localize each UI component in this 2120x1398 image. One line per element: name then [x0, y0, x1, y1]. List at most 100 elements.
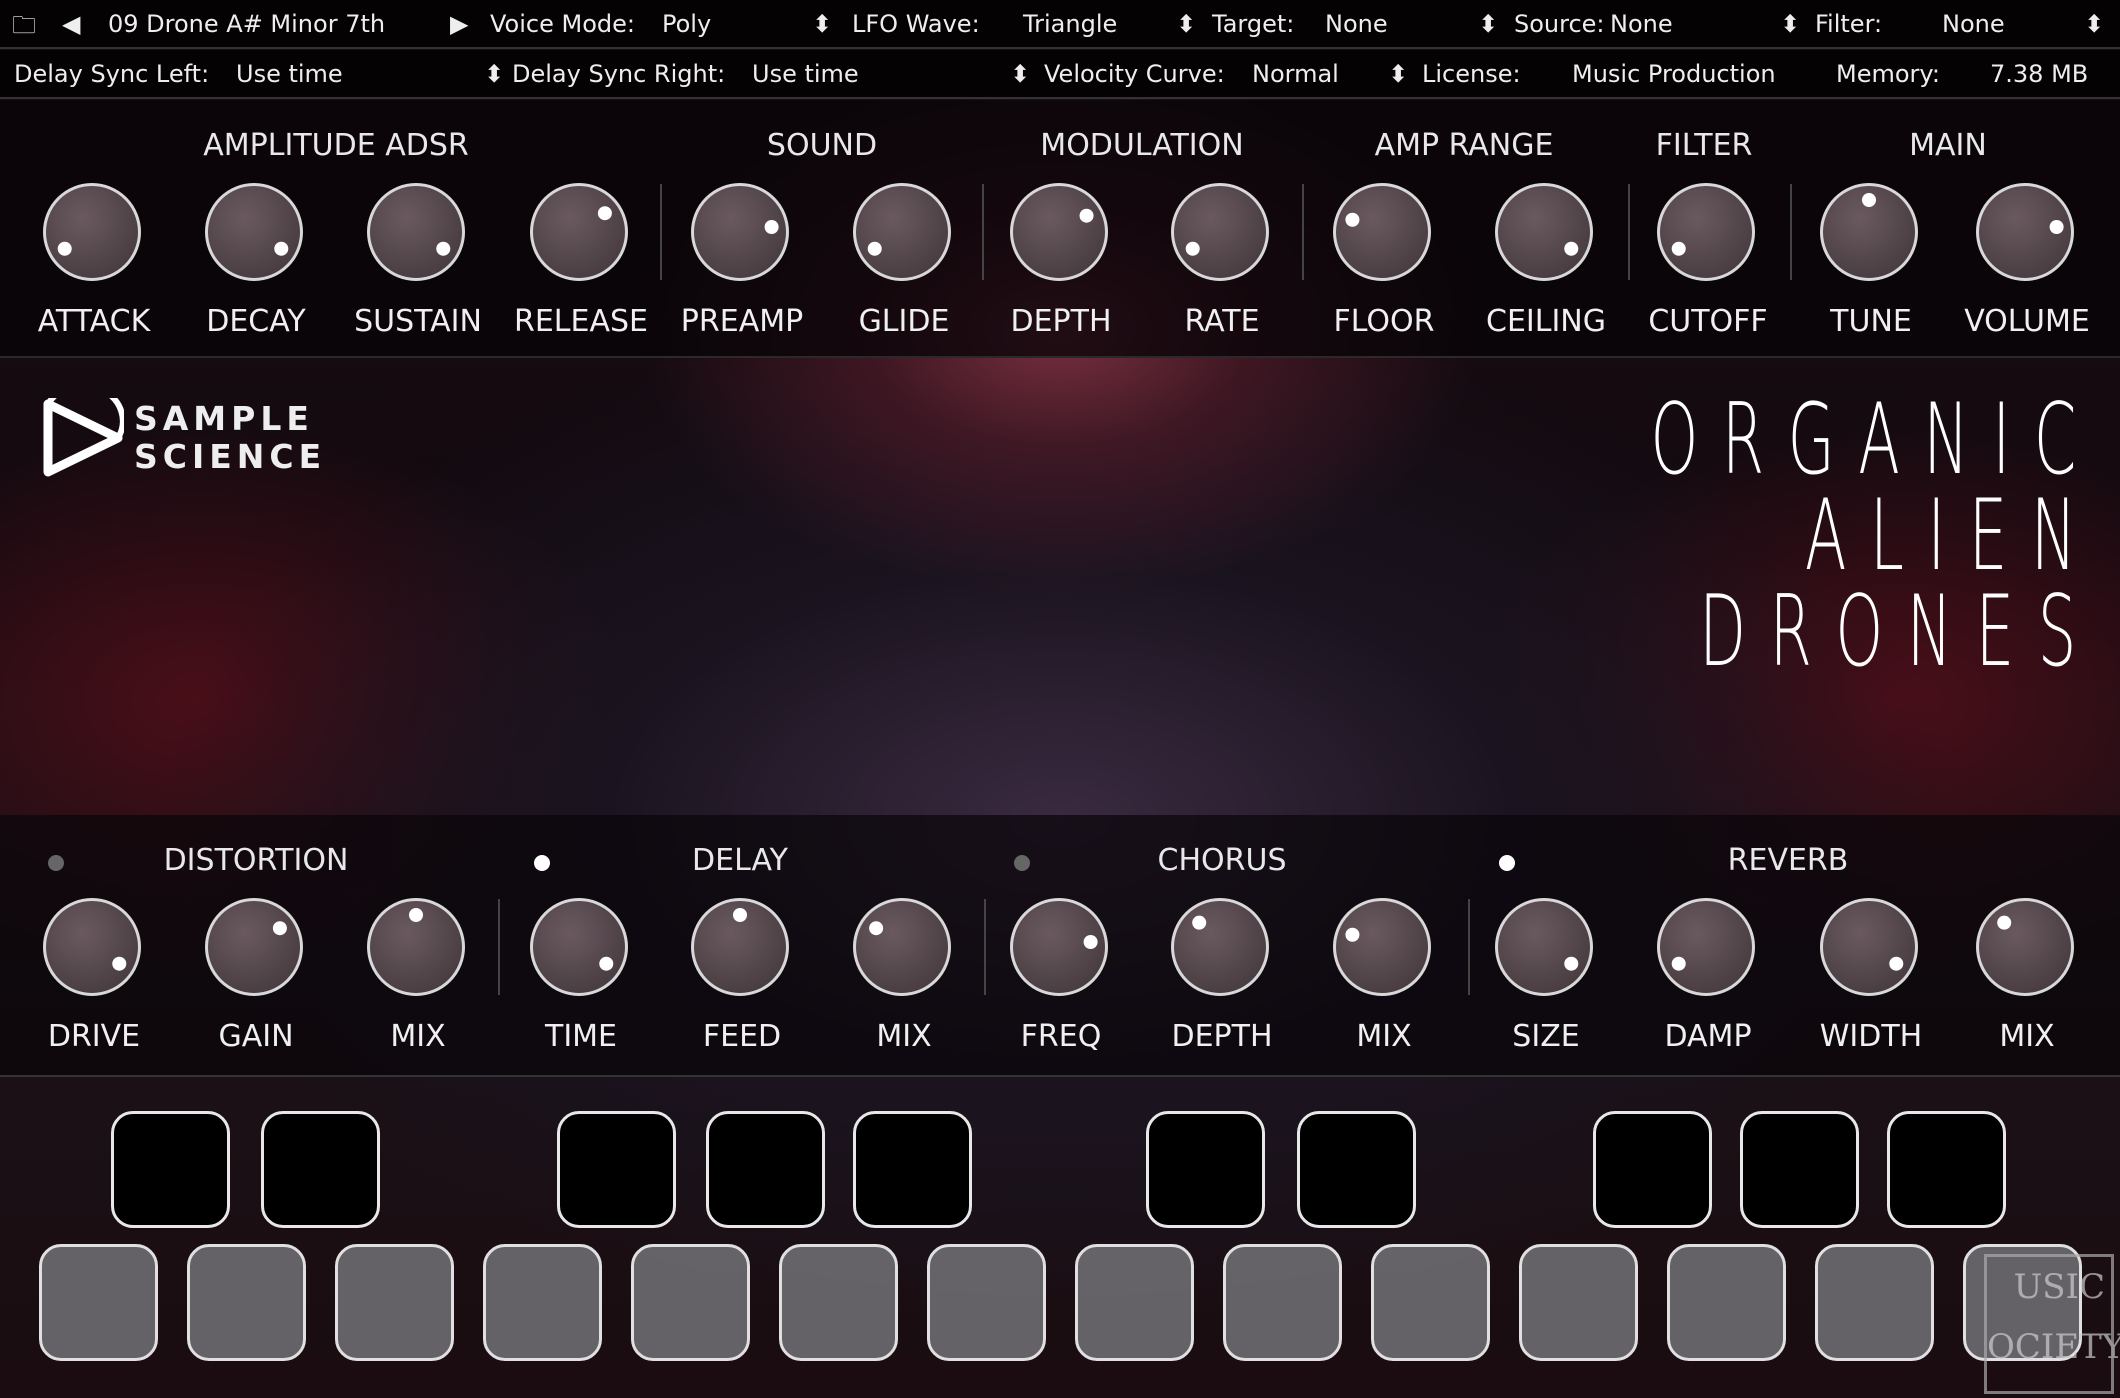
license-label: License: — [1422, 60, 1521, 88]
knob-attack[interactable] — [43, 183, 141, 281]
knob-mix[interactable] — [853, 898, 951, 996]
black-key-pad[interactable] — [706, 1111, 825, 1228]
white-key-pad[interactable] — [1519, 1244, 1638, 1361]
delay-sync-left-select[interactable]: Use time — [236, 60, 343, 88]
knob-mix[interactable] — [1976, 898, 2074, 996]
velocity-curve-select[interactable]: Normal — [1252, 60, 1339, 88]
top-toolbar: 🗀 ◀ 09 Drone A# Minor 7th ▶ Voice Mode: … — [0, 0, 2120, 49]
target-select[interactable]: None — [1325, 10, 1388, 38]
white-key-pad[interactable] — [335, 1244, 454, 1361]
knob-cutoff[interactable] — [1657, 183, 1755, 281]
white-key-pad[interactable] — [1223, 1244, 1342, 1361]
knob-indicator-dot — [1306, 174, 1398, 266]
folder-icon[interactable]: 🗀 — [12, 8, 36, 49]
knob-indicator-dot — [235, 203, 327, 295]
knob-preamp[interactable] — [691, 183, 789, 281]
delay-sync-left-label: Delay Sync Left: — [14, 60, 210, 88]
updown-icon[interactable]: ⬍ — [1176, 10, 1196, 38]
black-key-pad[interactable] — [1146, 1111, 1265, 1228]
knob-tune[interactable] — [1820, 183, 1918, 281]
knob-label: MIX — [390, 1019, 446, 1054]
knob-indicator-dot — [1633, 918, 1725, 1010]
distortion-enable-toggle[interactable] — [48, 855, 64, 871]
knob-rate[interactable] — [1171, 183, 1269, 281]
section-heading: FILTER — [1655, 128, 1753, 163]
knob-depth[interactable] — [1010, 183, 1108, 281]
prev-preset-icon[interactable]: ◀ — [62, 10, 80, 38]
white-key-pad[interactable] — [1075, 1244, 1194, 1361]
memory-value: 7.38 MB — [1990, 60, 2089, 88]
white-key-pad[interactable] — [39, 1244, 158, 1361]
black-key-pad[interactable] — [1740, 1111, 1859, 1228]
white-key-pad[interactable] — [1371, 1244, 1490, 1361]
filter-select[interactable]: None — [1942, 10, 2005, 38]
section-heading: MAIN — [1909, 128, 1987, 163]
black-key-pad[interactable] — [557, 1111, 676, 1228]
white-key-pad[interactable] — [779, 1244, 898, 1361]
black-key-pad[interactable] — [111, 1111, 230, 1228]
knob-indicator-dot — [1045, 896, 1137, 988]
knob-drive[interactable] — [43, 898, 141, 996]
black-key-pad[interactable] — [261, 1111, 380, 1228]
section-heading: AMPLITUDE ADSR — [203, 128, 469, 163]
knob-label: DAMP — [1664, 1019, 1752, 1054]
knob-gain[interactable] — [205, 898, 303, 996]
updown-icon[interactable]: ⬍ — [484, 60, 504, 88]
knob-indicator-dot — [726, 181, 818, 273]
logo-text: SAMPLE SCIENCE — [134, 399, 327, 476]
knob-freq[interactable] — [1010, 898, 1108, 996]
white-key-pad[interactable] — [927, 1244, 1046, 1361]
black-key-pad[interactable] — [853, 1111, 972, 1228]
knob-indicator-dot — [370, 869, 462, 961]
knob-feed[interactable] — [691, 898, 789, 996]
voice-mode-select[interactable]: Poly — [662, 10, 711, 38]
white-key-pad[interactable] — [187, 1244, 306, 1361]
divider — [660, 184, 662, 280]
knob-release[interactable] — [530, 183, 628, 281]
knob-indicator-dot — [73, 918, 165, 1010]
white-key-pad[interactable] — [1667, 1244, 1786, 1361]
black-key-pad[interactable] — [1297, 1111, 1416, 1228]
knob-volume[interactable] — [1976, 183, 2074, 281]
updown-icon[interactable]: ⬍ — [1388, 60, 1408, 88]
black-key-pad[interactable] — [1887, 1111, 2006, 1228]
black-key-pad[interactable] — [1593, 1111, 1712, 1228]
knob-mix[interactable] — [367, 898, 465, 996]
knob-label: ATTACK — [37, 304, 151, 339]
knob-width[interactable] — [1820, 898, 1918, 996]
updown-icon[interactable]: ⬍ — [1780, 10, 1800, 38]
source-label: Source: — [1514, 10, 1605, 38]
second-toolbar: Delay Sync Left: Use time ⬍ Delay Sync R… — [0, 50, 2120, 99]
knob-time[interactable] — [530, 898, 628, 996]
delay-enable-toggle[interactable] — [534, 855, 550, 871]
knob-depth[interactable] — [1171, 898, 1269, 996]
knob-decay[interactable] — [205, 183, 303, 281]
section-heading: REVERB — [1727, 843, 1849, 878]
knob-glide[interactable] — [853, 183, 951, 281]
updown-icon[interactable]: ⬍ — [1010, 60, 1030, 88]
knob-sustain[interactable] — [367, 183, 465, 281]
updown-icon[interactable]: ⬍ — [2084, 10, 2104, 38]
source-select[interactable]: None — [1610, 10, 1673, 38]
product-title-art: ORGANIC ALIEN DRONES — [1650, 383, 2100, 689]
next-preset-icon[interactable]: ▶ — [450, 10, 468, 38]
knob-mix[interactable] — [1333, 898, 1431, 996]
knob-indicator-dot — [2011, 181, 2103, 273]
white-key-pad[interactable] — [631, 1244, 750, 1361]
knob-ceiling[interactable] — [1495, 183, 1593, 281]
delay-sync-right-select[interactable]: Use time — [752, 60, 859, 88]
knob-indicator-dot — [234, 882, 326, 974]
knob-floor[interactable] — [1333, 183, 1431, 281]
section-heading: CHORUS — [1157, 843, 1287, 878]
knob-label: MIX — [1356, 1019, 1412, 1054]
chorus-enable-toggle[interactable] — [1014, 855, 1030, 871]
updown-icon[interactable]: ⬍ — [812, 10, 832, 38]
white-key-pad[interactable] — [483, 1244, 602, 1361]
white-key-pad[interactable] — [1815, 1244, 1934, 1361]
lfo-wave-select[interactable]: Triangle — [1023, 10, 1117, 38]
preset-name[interactable]: 09 Drone A# Minor 7th — [108, 10, 385, 38]
knob-damp[interactable] — [1657, 898, 1755, 996]
reverb-enable-toggle[interactable] — [1499, 855, 1515, 871]
knob-size[interactable] — [1495, 898, 1593, 996]
updown-icon[interactable]: ⬍ — [1478, 10, 1498, 38]
